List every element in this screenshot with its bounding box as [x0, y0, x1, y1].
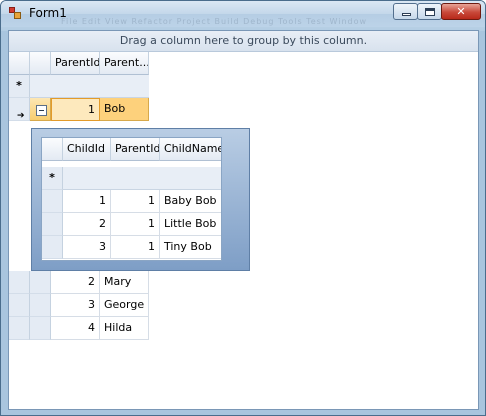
- background-menu-ghost: File Edit View Refactor Project Build De…: [61, 17, 368, 26]
- child-column-header-parentid[interactable]: ParentId: [111, 138, 160, 161]
- row-selector[interactable]: [9, 294, 30, 317]
- cell-parentid[interactable]: 3: [51, 294, 100, 317]
- child-cell-childid[interactable]: 3: [63, 236, 111, 259]
- expand-cell[interactable]: [30, 294, 51, 317]
- expand-cell[interactable]: [30, 317, 51, 340]
- expand-cell[interactable]: [30, 271, 51, 294]
- child-cell-childname[interactable]: Baby Bob: [160, 190, 221, 213]
- child-row-selector[interactable]: [42, 236, 63, 259]
- grid-control: Drag a column here to group by this colu…: [8, 30, 479, 410]
- child-column-header-childid[interactable]: ChildId: [63, 138, 111, 161]
- cell-parentid[interactable]: 4: [51, 317, 100, 340]
- new-row-indicator[interactable]: *: [9, 75, 30, 98]
- child-cell-childid[interactable]: 2: [63, 213, 111, 236]
- child-cell-parentid[interactable]: 1: [111, 190, 160, 213]
- cell-parentname[interactable]: Bob: [100, 98, 149, 121]
- minimize-icon: [402, 13, 411, 16]
- cell-parentname[interactable]: Hilda: [100, 317, 149, 340]
- column-header-parentname[interactable]: Parent...: [100, 52, 149, 75]
- cell-parentname[interactable]: Mary: [100, 271, 149, 294]
- child-grid: ChildId ParentId ChildName * 1 1 Baby Bo…: [41, 137, 222, 261]
- maximize-icon: [425, 8, 435, 16]
- close-button[interactable]: ✕: [441, 3, 481, 20]
- child-cell-parentid[interactable]: 1: [111, 213, 160, 236]
- child-cell-childname[interactable]: Tiny Bob: [160, 236, 221, 259]
- cell-parentid[interactable]: 1: [51, 98, 100, 121]
- child-cell-childname[interactable]: Little Bob: [160, 213, 221, 236]
- close-icon: ✕: [456, 5, 466, 18]
- collapse-icon[interactable]: [36, 105, 47, 116]
- new-row[interactable]: [30, 75, 149, 98]
- form-window: Form1 File Edit View Refactor Project Bu…: [0, 0, 486, 416]
- child-column-header-childname[interactable]: ChildName: [160, 138, 221, 161]
- title-bar[interactable]: Form1 File Edit View Refactor Project Bu…: [1, 1, 485, 27]
- group-panel[interactable]: Drag a column here to group by this colu…: [9, 31, 478, 52]
- child-cell-parentid[interactable]: 1: [111, 236, 160, 259]
- child-new-row[interactable]: [63, 167, 221, 190]
- app-icon: [9, 7, 21, 19]
- child-cell-childid[interactable]: 1: [63, 190, 111, 213]
- header-expand-column: [30, 52, 51, 75]
- minimize-button[interactable]: [393, 3, 418, 20]
- cell-parentname[interactable]: George: [100, 294, 149, 317]
- row-selector[interactable]: [9, 271, 30, 294]
- row-selector[interactable]: [9, 317, 30, 340]
- child-header-corner: [42, 138, 63, 161]
- header-corner: [9, 52, 30, 75]
- child-row-selector[interactable]: [42, 190, 63, 213]
- current-row-arrow-icon: ➔: [17, 111, 25, 121]
- column-header-parentid[interactable]: ParentId: [51, 52, 100, 75]
- detail-view-panel: ChildId ParentId ChildName * 1 1 Baby Bo…: [31, 128, 250, 271]
- child-new-row-indicator[interactable]: *: [42, 167, 63, 190]
- cell-parentid[interactable]: 2: [51, 271, 100, 294]
- maximize-button[interactable]: [417, 3, 442, 20]
- child-row-selector[interactable]: [42, 213, 63, 236]
